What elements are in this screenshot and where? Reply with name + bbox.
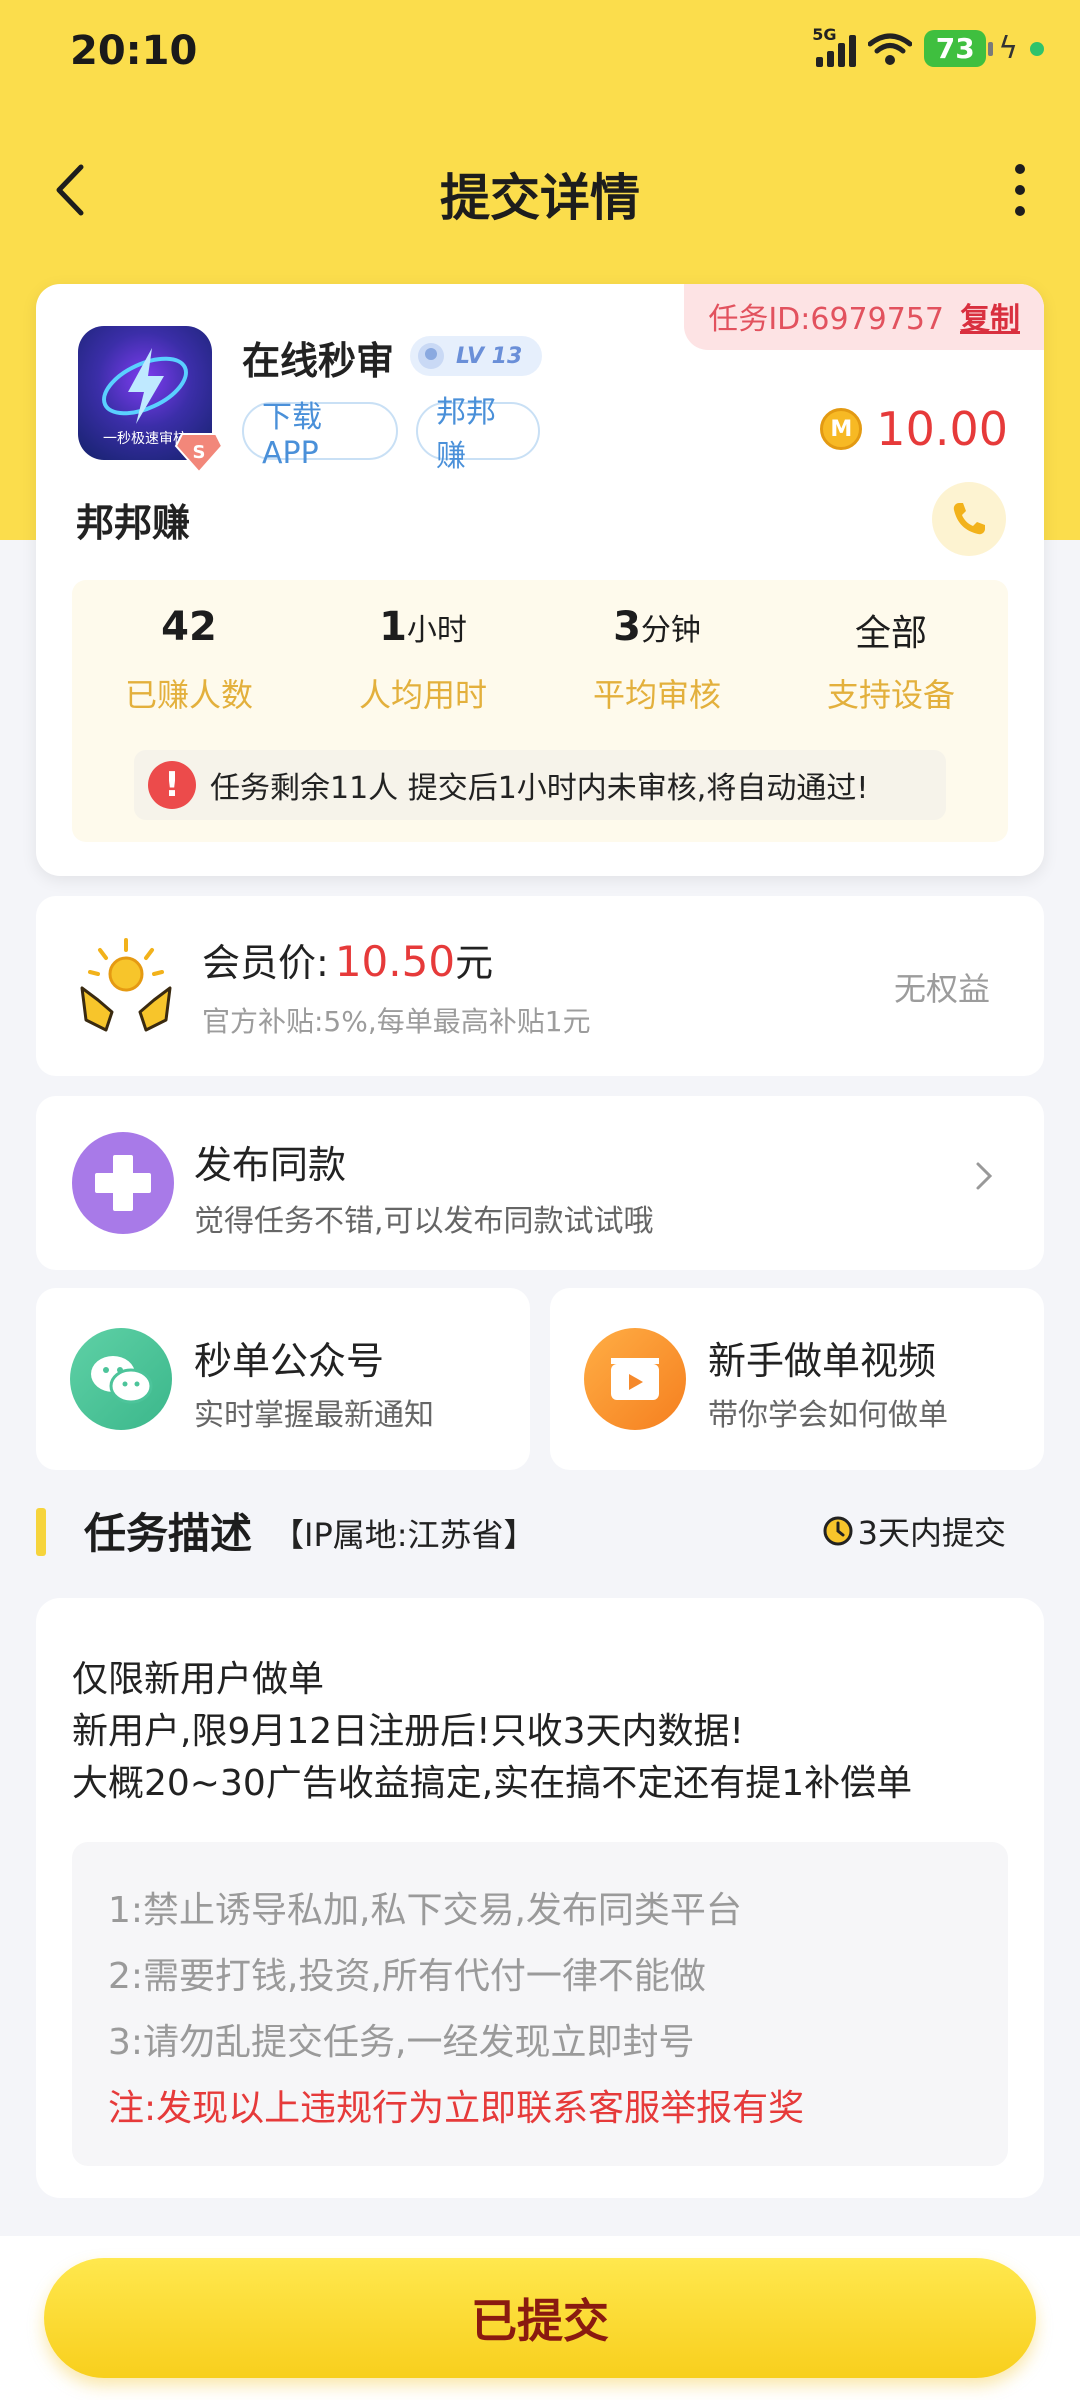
coin-icon: M bbox=[820, 408, 863, 450]
tutorial-video-card[interactable]: 新手做单视频 带你学会如何做单 bbox=[550, 1288, 1044, 1470]
stat-value: 42 bbox=[161, 604, 217, 650]
vip-price-card[interactable]: 会员价: 10.50元 官方补贴:5%,每单最高补贴1元 无权益 bbox=[36, 896, 1044, 1076]
vip-status: 无权益 bbox=[893, 970, 990, 1008]
vip-subsidy-text: 官方补贴:5%,每单最高补贴1元 bbox=[202, 1005, 591, 1038]
stat-label: 已赚人数 bbox=[124, 676, 253, 714]
stat-label: 平均审核 bbox=[592, 676, 721, 714]
task-id: 任务ID:6979757 bbox=[708, 302, 944, 337]
auto-approve-notice: ! 任务剩余11人 提交后1小时内未审核,将自动通过! bbox=[134, 750, 946, 820]
submitted-button[interactable]: 已提交 bbox=[44, 2258, 1036, 2378]
stat-label: 人均用时 bbox=[358, 676, 487, 714]
cellular-signal-icon: 5G bbox=[812, 25, 857, 67]
rules-box: 1:禁止诱导私加,私下交易,发布同类平台 2:需要打钱,投资,所有代付一律不能做… bbox=[72, 1842, 1008, 2166]
more-dot-icon bbox=[1015, 164, 1025, 174]
app-name: 在线秒审 bbox=[242, 339, 395, 383]
more-dot-icon bbox=[1015, 185, 1025, 195]
page-title: 提交详情 bbox=[440, 169, 640, 227]
notice-text: 任务剩余11人 提交后1小时内未审核,将自动通过! bbox=[210, 771, 869, 806]
publish-same-card[interactable]: 发布同款 觉得任务不错,可以发布同款试试哦 bbox=[36, 1096, 1044, 1270]
stat-unit: 小时 bbox=[406, 613, 467, 648]
description-line: 仅限新用户做单 bbox=[72, 1659, 325, 1700]
ip-location: 【IP属地:江苏省】 bbox=[272, 1516, 536, 1554]
task-card: 任务ID:6979757 复制 一秒极速审核 S 在线秒审 LV 13 下载APP… bbox=[36, 284, 1044, 876]
privacy-dot-icon bbox=[1030, 41, 1044, 56]
call-button[interactable] bbox=[932, 482, 1006, 556]
medal-badge-icon: S bbox=[174, 433, 224, 474]
deadline-text: 3天内提交 bbox=[857, 1514, 1006, 1552]
description-lines: 仅限新用户做单 新用户,限9月12日注册后!只收3天内数据! 大概20~30广告… bbox=[72, 1654, 912, 1810]
chevron-right-icon bbox=[976, 1162, 993, 1190]
stat-value: 3 bbox=[613, 604, 641, 650]
clock-icon bbox=[823, 1516, 853, 1546]
official-account-subtitle: 实时掌握最新通知 bbox=[194, 1398, 434, 1433]
stat-avg-review: 3分钟 平均审核 bbox=[540, 604, 774, 716]
bottom-bar: 已提交 bbox=[0, 2236, 1080, 2400]
reward-amount: 10.00 bbox=[876, 402, 1008, 456]
status-bar: 20:10 5G 73 ϟ bbox=[0, 0, 1080, 110]
nav-bar: 提交详情 bbox=[0, 140, 1080, 240]
description-line: 大概20~30广告收益搞定,实在搞不定还有提1补偿单 bbox=[72, 1763, 913, 1804]
rule-line: 3:请勿乱提交任务,一经发现立即封号 bbox=[108, 2022, 695, 2063]
vip-unit: 元 bbox=[455, 941, 494, 985]
hands-sun-icon bbox=[80, 938, 172, 1032]
stat-avg-time: 1小时 人均用时 bbox=[306, 604, 540, 716]
stat-devices: 全部 支持设备 bbox=[774, 604, 1008, 716]
merchant-name: 邦邦赚 bbox=[76, 501, 191, 545]
phone-icon bbox=[953, 503, 985, 535]
charging-icon: ϟ bbox=[998, 31, 1018, 66]
publish-title: 发布同款 bbox=[194, 1143, 347, 1187]
reward: M 10.00 bbox=[820, 402, 1008, 456]
svg-text:S: S bbox=[193, 442, 206, 463]
rule-line: 1:禁止诱导私加,私下交易,发布同类平台 bbox=[108, 1890, 742, 1931]
video-icon bbox=[584, 1328, 686, 1430]
publish-subtitle: 觉得任务不错,可以发布同款试试哦 bbox=[194, 1204, 654, 1239]
section-accent-bar bbox=[36, 1508, 46, 1556]
stat-value: 1 bbox=[379, 604, 407, 650]
copy-button[interactable]: 复制 bbox=[960, 302, 1020, 337]
rule-warning: 注:发现以上违规行为立即联系客服举报有奖 bbox=[108, 2088, 805, 2129]
network-type: 5G bbox=[812, 24, 837, 44]
tag-platform: 邦邦赚 bbox=[416, 395, 540, 474]
section-title: 任务描述 bbox=[84, 1509, 253, 1558]
status-icons: 5G 73 ϟ bbox=[812, 25, 1044, 67]
tutorial-video-title: 新手做单视频 bbox=[708, 1339, 937, 1383]
more-dot-icon bbox=[1015, 206, 1025, 216]
deadline: 3天内提交 bbox=[822, 1508, 1006, 1554]
task-description-card: 仅限新用户做单 新用户,限9月12日注册后!只收3天内数据! 大概20~30广告… bbox=[36, 1598, 1044, 2198]
stat-label: 支持设备 bbox=[826, 676, 955, 714]
task-id-badge: 任务ID:6979757 复制 bbox=[684, 284, 1044, 350]
rank-medal-icon bbox=[418, 343, 444, 369]
plus-cross-icon bbox=[72, 1132, 174, 1234]
more-menu-button[interactable] bbox=[1000, 160, 1040, 220]
task-description-header: 任务描述 【IP属地:江苏省】 3天内提交 bbox=[0, 1494, 1080, 1574]
status-time: 20:10 bbox=[70, 28, 198, 74]
tutorial-video-subtitle: 带你学会如何做单 bbox=[708, 1398, 948, 1433]
description-line: 新用户,限9月12日注册后!只收3天内数据! bbox=[72, 1711, 744, 1752]
tag-download-app: 下载APP bbox=[242, 400, 398, 471]
rule-line: 2:需要打钱,投资,所有代付一律不能做 bbox=[108, 1956, 706, 1997]
official-account-card[interactable]: 秒单公众号 实时掌握最新通知 bbox=[36, 1288, 530, 1470]
vip-price: 10.50 bbox=[334, 937, 456, 986]
exclamation-icon: ! bbox=[148, 761, 196, 809]
level-text: LV 13 bbox=[456, 343, 523, 369]
battery-indicator: 73 bbox=[924, 30, 994, 67]
wechat-icon bbox=[70, 1328, 172, 1430]
level-badge: LV 13 bbox=[410, 336, 542, 376]
stat-value: 全部 bbox=[854, 613, 927, 654]
vip-label-text: 会员价: bbox=[202, 941, 329, 985]
stat-unit: 分钟 bbox=[640, 613, 701, 648]
vip-price-label: 会员价: 10.50元 bbox=[202, 932, 493, 987]
official-account-title: 秒单公众号 bbox=[194, 1339, 385, 1383]
stats-box: 42 已赚人数 1小时 人均用时 3分钟 平均审核 全部 支持设备 ! 任务剩余… bbox=[72, 580, 1008, 842]
wifi-icon bbox=[868, 33, 913, 65]
stat-earned-count: 42 已赚人数 bbox=[72, 604, 306, 716]
